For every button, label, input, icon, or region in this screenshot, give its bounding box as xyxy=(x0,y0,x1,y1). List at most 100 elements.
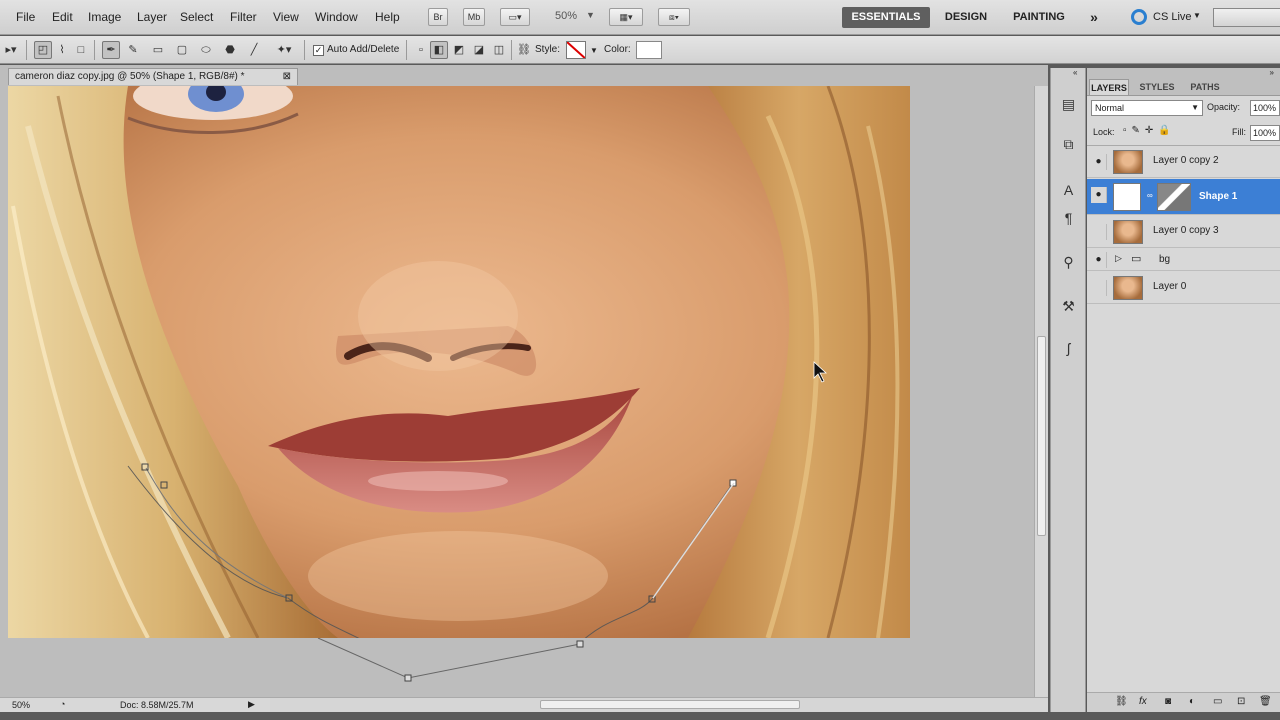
brush-presets-icon[interactable]: ʃ xyxy=(1056,336,1081,360)
chevron-down-icon: ▼ xyxy=(586,10,595,20)
add-mask-icon[interactable]: ◙ xyxy=(1165,696,1171,707)
mini-bridge-icon[interactable]: ▤ xyxy=(1056,92,1081,116)
layer-row[interactable]: Layer 0 xyxy=(1087,272,1280,304)
arrange-documents-button[interactable]: ▦▾ xyxy=(609,8,643,26)
layer-name: bg xyxy=(1159,254,1171,265)
lock-label: Lock: xyxy=(1093,127,1115,137)
layer-thumbnail xyxy=(1113,276,1143,300)
path-anchor[interactable] xyxy=(404,674,412,682)
ellipse-tool-icon[interactable]: ⬭ xyxy=(197,41,215,59)
tab-layers[interactable]: LAYERS xyxy=(1089,79,1129,95)
eye-icon[interactable]: ● xyxy=(1091,154,1107,170)
document-title: cameron diaz copy.jpg @ 50% (Shape 1, RG… xyxy=(15,71,245,82)
collapse-dock-icon[interactable]: « xyxy=(1073,68,1077,77)
layer-style-icon[interactable]: fx xyxy=(1139,696,1147,707)
path-anchor[interactable] xyxy=(576,640,584,648)
path-mode-intersect-icon[interactable]: ◪ xyxy=(470,41,488,59)
shape-layers-icon[interactable]: ◰ xyxy=(34,41,52,59)
path-mode-new-icon[interactable]: ▫ xyxy=(412,41,430,59)
menu-select[interactable]: Select xyxy=(180,10,213,24)
cs-live-button[interactable]: CS Live xyxy=(1153,11,1192,23)
path-mode-exclude-icon[interactable]: ◫ xyxy=(490,41,508,59)
play-icon[interactable]: ▶ xyxy=(248,699,255,710)
trash-icon[interactable]: 🗑 xyxy=(1259,696,1272,707)
layer-row[interactable]: ● Layer 0 copy 2 xyxy=(1087,146,1280,178)
paths-icon[interactable]: ⌇ xyxy=(53,41,71,59)
image-canvas[interactable] xyxy=(8,86,910,638)
workspace-design[interactable]: DESIGN xyxy=(938,7,994,28)
view-extras-button[interactable]: ▭▾ xyxy=(500,8,530,26)
link-icon: ∞ xyxy=(1147,191,1153,200)
bridge-button[interactable]: Br xyxy=(428,8,448,26)
vertical-scrollbar[interactable] xyxy=(1034,86,1048,697)
blend-mode-select[interactable]: Normal ▼ xyxy=(1091,100,1203,116)
opacity-input[interactable]: 100% xyxy=(1250,100,1280,116)
status-menu-icon[interactable]: ◔ xyxy=(60,699,65,709)
path-outside-canvas xyxy=(317,638,584,682)
layer-thumbnail xyxy=(1113,220,1143,244)
menu-filter[interactable]: Filter xyxy=(230,10,257,24)
new-group-icon[interactable]: ▭ xyxy=(1213,696,1222,707)
window-controls[interactable] xyxy=(1213,8,1280,27)
minibridge-button[interactable]: Mb xyxy=(463,8,485,26)
layer-row-selected[interactable]: ● ∞ Shape 1 xyxy=(1087,179,1280,215)
menu-edit[interactable]: Edit xyxy=(52,10,73,24)
more-workspaces-icon[interactable]: » xyxy=(1084,7,1104,28)
fill-label: Fill: xyxy=(1232,127,1246,137)
horizontal-scrollbar[interactable] xyxy=(270,697,1048,712)
scroll-thumb[interactable] xyxy=(540,700,800,709)
custom-shape-icon[interactable]: ✦▾ xyxy=(269,41,299,59)
link-layers-icon[interactable]: ⛓ xyxy=(1115,696,1128,707)
eye-icon-hidden[interactable] xyxy=(1091,280,1107,296)
tool-presets-icon[interactable]: ⚒ xyxy=(1056,294,1081,318)
close-icon[interactable]: ⊠ xyxy=(283,69,291,84)
menu-window[interactable]: Window xyxy=(315,10,358,24)
eye-icon-hidden[interactable] xyxy=(1091,224,1107,240)
rectangle-tool-icon[interactable]: ▭ xyxy=(149,41,167,59)
polygon-tool-icon[interactable]: ⬣ xyxy=(221,41,239,59)
lock-icons[interactable]: ▫✎✛🔒 xyxy=(1123,125,1176,136)
menu-view[interactable]: View xyxy=(273,10,299,24)
line-tool-icon[interactable]: ╱ xyxy=(245,41,263,59)
adjustment-layer-icon[interactable]: ◐ xyxy=(1189,696,1195,707)
auto-add-delete-checkbox[interactable]: ✓ xyxy=(313,45,324,56)
character-icon[interactable]: A xyxy=(1056,178,1081,202)
menu-file[interactable]: File xyxy=(16,10,35,24)
path-mode-subtract-icon[interactable]: ◩ xyxy=(450,41,468,59)
tab-styles[interactable]: STYLES xyxy=(1135,79,1179,95)
vector-mask-thumbnail[interactable] xyxy=(1157,183,1191,211)
fill-input[interactable]: 100% xyxy=(1250,125,1280,141)
workspace-painting[interactable]: PAINTING xyxy=(1004,7,1074,28)
history-icon[interactable]: ⧉ xyxy=(1056,132,1081,156)
menu-image[interactable]: Image xyxy=(88,10,121,24)
menu-layer[interactable]: Layer xyxy=(137,10,167,24)
pen-tool-icon[interactable]: ✒ xyxy=(102,41,120,59)
eye-icon[interactable]: ● xyxy=(1091,187,1107,203)
freeform-pen-icon[interactable]: ✎ xyxy=(124,41,142,59)
style-swatch[interactable] xyxy=(566,41,586,59)
eye-icon[interactable]: ● xyxy=(1091,252,1107,268)
scroll-thumb[interactable] xyxy=(1037,336,1046,536)
workspace-essentials[interactable]: ESSENTIALS xyxy=(842,7,930,28)
document-tab[interactable]: cameron diaz copy.jpg @ 50% (Shape 1, RG… xyxy=(8,68,298,85)
rounded-rectangle-icon[interactable]: ▢ xyxy=(173,41,191,59)
tab-paths[interactable]: PATHS xyxy=(1185,79,1225,95)
fill-pixels-icon[interactable]: □ xyxy=(72,41,90,59)
color-swatch[interactable] xyxy=(636,41,662,59)
zoom-level-dropdown[interactable]: 50% xyxy=(555,10,577,22)
status-bar: 50% ◔ Doc: 8.58M/25.7M ▶ xyxy=(0,697,270,712)
menu-help[interactable]: Help xyxy=(375,10,400,24)
link-style-icon[interactable]: ⛓ xyxy=(515,41,533,59)
collapse-panel-icon[interactable]: » xyxy=(1270,68,1274,77)
layer-row[interactable]: Layer 0 copy 3 xyxy=(1087,216,1280,248)
path-mode-add-icon[interactable]: ◧ xyxy=(430,41,448,59)
status-zoom[interactable]: 50% xyxy=(12,700,30,710)
screen-mode-button[interactable]: ⧈▾ xyxy=(658,8,690,26)
new-layer-icon[interactable]: ⊡ xyxy=(1237,696,1245,707)
paragraph-icon[interactable]: ¶ xyxy=(1056,206,1081,230)
expand-triangle-icon[interactable]: ▷ xyxy=(1115,253,1122,264)
tool-preset-picker[interactable]: ▸▾ xyxy=(0,41,22,59)
clone-source-icon[interactable]: ⚲ xyxy=(1056,250,1081,274)
layer-name: Layer 0 copy 3 xyxy=(1153,225,1219,236)
layer-group-row[interactable]: ● ▷ ▭ bg xyxy=(1087,249,1280,271)
